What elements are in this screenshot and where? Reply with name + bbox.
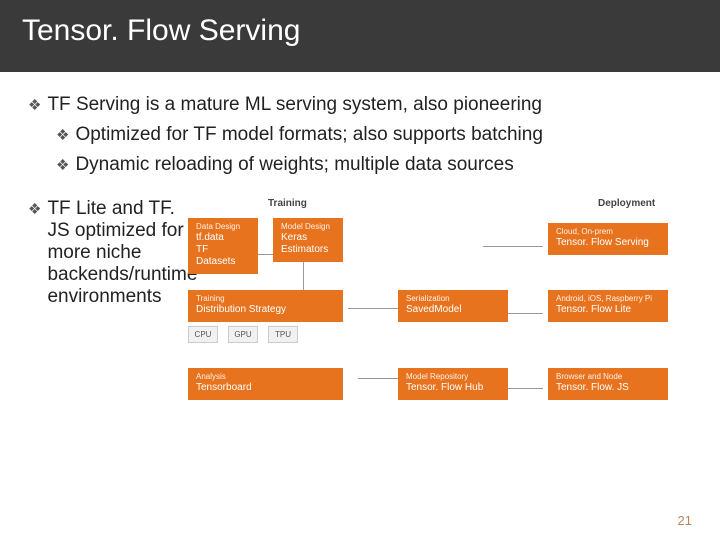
chip-cpu: CPU <box>188 326 218 343</box>
bullet-main-1: ❖ TF Serving is a mature ML serving syst… <box>28 94 692 118</box>
box-caption: Analysis <box>196 372 335 382</box>
box-caption: Browser and Node <box>556 372 660 382</box>
box-deploy-serving: Cloud, On-prem Tensor. Flow Serving <box>548 223 668 255</box>
architecture-diagram: Training Deployment Data Design tf.data … <box>188 198 692 428</box>
bullet-text: Optimized for TF model formats; also sup… <box>75 124 542 146</box>
box-line: tf.data <box>196 232 250 244</box>
section-label-training: Training <box>268 198 307 209</box>
section-label-deployment: Deployment <box>598 198 655 209</box>
box-line: Tensor. Flow. JS <box>556 382 660 394</box>
box-deploy-lite: Android, iOS, Raspberry Pi Tensor. Flow … <box>548 290 668 322</box>
box-line: Tensor. Flow Hub <box>406 382 500 394</box>
box-data-design: Data Design tf.data TF Datasets <box>188 218 258 274</box>
bullet-icon: ❖ <box>28 198 41 222</box>
box-caption: Serialization <box>406 294 500 304</box>
box-serialization: Serialization SavedModel <box>398 290 508 322</box>
chip-gpu: GPU <box>228 326 258 343</box>
slide-header: Tensor. Flow Serving <box>0 0 720 72</box>
slide-content: ❖ TF Serving is a mature ML serving syst… <box>0 72 720 428</box>
box-line: Distribution Strategy <box>196 304 335 316</box>
box-caption: Model Design <box>281 222 335 232</box>
box-caption: Model Repository <box>406 372 500 382</box>
box-line: SavedModel <box>406 304 500 316</box>
left-text-block: ❖ TF Lite and TF. JS optimized for more … <box>28 198 188 428</box>
box-line: Keras <box>281 232 335 244</box>
box-line: Estimators <box>281 244 335 256</box>
box-model-repo: Model Repository Tensor. Flow Hub <box>398 368 508 400</box>
bullet-icon: ❖ <box>56 154 69 178</box>
bullet-text: TF Lite and TF. JS optimized for more ni… <box>47 198 197 308</box>
bullet-text: TF Serving is a mature ML serving system… <box>47 94 542 116</box>
bullet-main-2: ❖ TF Lite and TF. JS optimized for more … <box>28 198 178 308</box>
lower-row: ❖ TF Lite and TF. JS optimized for more … <box>28 198 692 428</box>
box-caption: Data Design <box>196 222 250 232</box>
box-caption: Android, iOS, Raspberry Pi <box>556 294 660 304</box>
bullet-icon: ❖ <box>56 124 69 148</box>
box-line: Tensor. Flow Serving <box>556 237 660 249</box>
box-line: TF Datasets <box>196 244 250 268</box>
bullet-sub-1: ❖ Optimized for TF model formats; also s… <box>56 124 692 148</box>
chip-tpu: TPU <box>268 326 298 343</box>
box-model-design: Model Design Keras Estimators <box>273 218 343 262</box>
box-analysis: Analysis Tensorboard <box>188 368 343 400</box>
connector-line <box>483 246 543 247</box>
bullet-text: Dynamic reloading of weights; multiple d… <box>75 154 513 176</box>
page-number: 21 <box>678 513 692 528</box>
box-training: Training Distribution Strategy <box>188 290 343 322</box>
box-line: Tensorboard <box>196 382 335 394</box>
slide-title: Tensor. Flow Serving <box>22 14 300 47</box>
bullet-sub-2: ❖ Dynamic reloading of weights; multiple… <box>56 154 692 178</box>
box-deploy-js: Browser and Node Tensor. Flow. JS <box>548 368 668 400</box>
box-caption: Cloud, On-prem <box>556 227 660 237</box>
box-caption: Training <box>196 294 335 304</box>
bullet-icon: ❖ <box>28 94 41 118</box>
box-line: Tensor. Flow Lite <box>556 304 660 316</box>
